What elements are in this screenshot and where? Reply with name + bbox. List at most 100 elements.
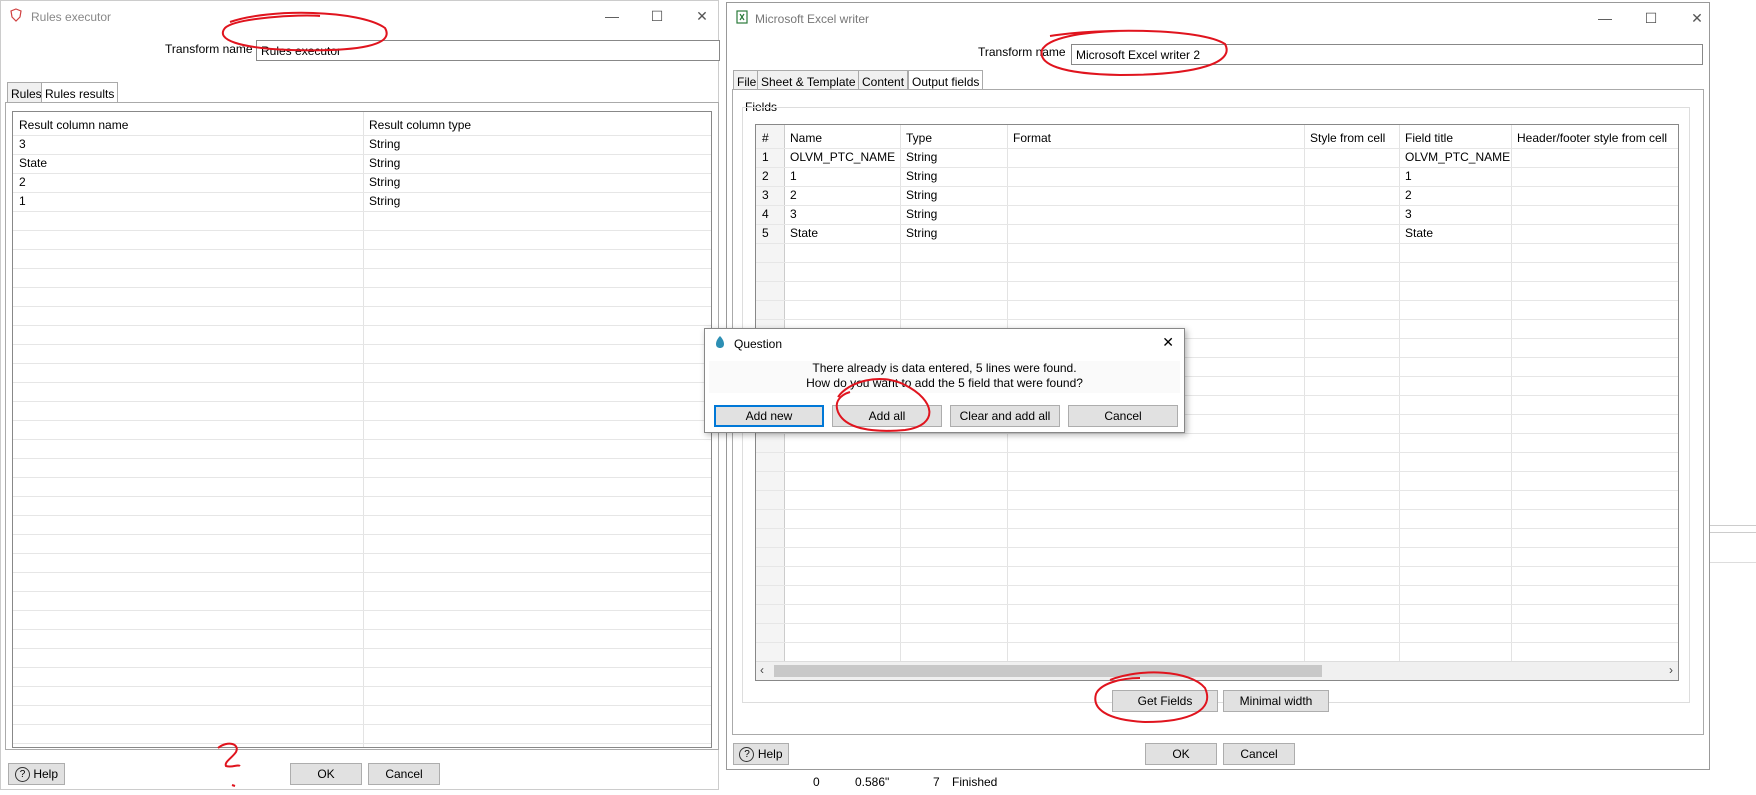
column-header-field-title[interactable]: Field title [1399,129,1511,148]
table-row[interactable]: 2 String [13,173,711,193]
add-new-button[interactable]: Add new [714,405,824,427]
minimize-icon[interactable]: — [598,5,626,27]
help-icon: ? [739,747,755,763]
cell-field-title: 2 [1405,188,1412,202]
shield-icon [10,8,22,22]
status-value: Finished [952,775,998,789]
cell-field-title: 3 [1405,207,1412,221]
dialog-message-line1: There already is data entered, 5 lines w… [812,361,1077,375]
cell-type: String [906,207,938,221]
cancel-button[interactable]: Cancel [1068,405,1178,427]
scroll-left-icon[interactable]: ‹ [760,663,764,677]
column-header-name[interactable]: Name [784,129,900,148]
dialog-message-line2: How do you want to add the 5 field that … [806,376,1083,390]
question-dialog: Question ✕ There already is data entered… [704,328,1185,433]
table-row[interactable]: State String [13,154,711,174]
cancel-button[interactable]: Cancel [1223,743,1295,765]
cell-name: State [19,156,48,170]
cell-type: String [369,175,401,189]
cancel-button[interactable]: Cancel [368,763,440,785]
cell-type: String [906,169,938,183]
rules-executor-window: Rules executor — ☐ ✕ Transform name Rule… [0,0,720,790]
close-icon[interactable]: ✕ [1162,334,1174,351]
minimal-width-button[interactable]: Minimal width [1223,690,1329,712]
help-label: Help [757,747,783,761]
cell-name: 2 [19,175,26,189]
status-value: 0.586" [855,775,890,789]
excel-writer-titlebar[interactable]: Microsoft Excel writer — ☐ ✕ [727,3,1709,33]
cell-type: String [369,137,401,151]
add-all-button[interactable]: Add all [832,405,942,427]
cell-type: String [369,156,401,170]
cell-number: 3 [762,188,769,202]
cell-field-title: State [1405,226,1434,240]
help-button[interactable]: ? Help [8,763,65,785]
cell-name: 3 [790,207,797,221]
excel-file-icon [736,10,748,24]
cell-type: String [369,194,401,208]
dialog-titlebar[interactable]: Question ✕ [705,329,1184,357]
clear-and-add-all-button[interactable]: Clear and add all [950,405,1060,427]
close-icon[interactable]: ✕ [1683,7,1711,29]
cell-name: 1 [790,169,797,183]
cell-field-title: OLVM_PTC_NAME [1405,150,1511,164]
help-button[interactable]: ? Help [733,743,789,765]
cell-number: 2 [762,169,769,183]
cell-field-title: 1 [1405,169,1412,183]
cell-name: State [790,226,819,240]
maximize-icon[interactable]: ☐ [643,5,671,27]
column-header-number[interactable]: # [756,129,784,148]
cell-number: 5 [762,226,769,240]
column-header-format[interactable]: Format [1007,129,1304,148]
cell-name: 2 [790,188,797,202]
background-panel [1708,525,1756,771]
result-columns-table[interactable]: Result column name Result column type 3 … [12,111,712,748]
table-row[interactable]: 1 String [13,192,711,212]
cell-type: String [906,188,938,202]
table-row[interactable]: 1 OLVM_PTC_NAME String OLVM_PTC_NAME [756,148,1678,168]
column-header-type[interactable]: Result column type [363,116,711,135]
ok-button[interactable]: OK [290,763,362,785]
status-value: 7 [933,775,940,789]
question-icon [716,336,724,348]
table-header: Result column name Result column type [13,116,711,136]
rules-executor-titlebar[interactable]: Rules executor — ☐ ✕ [1,1,718,31]
status-value: 0 [813,775,820,789]
cell-number: 1 [762,150,769,164]
ok-button[interactable]: OK [1145,743,1217,765]
table-header: # Name Type Format Style from cell Field… [756,129,1678,149]
maximize-icon[interactable]: ☐ [1637,7,1665,29]
column-header-name[interactable]: Result column name [13,116,363,135]
scrollbar-thumb[interactable] [774,665,1322,677]
help-label: Help [33,767,59,781]
window-title: Microsoft Excel writer [755,12,870,26]
scroll-right-icon[interactable]: › [1669,663,1673,677]
rules-results-panel: Result column name Result column type 3 … [5,102,719,750]
table-row[interactable]: 2 1 String 1 [756,167,1678,187]
get-fields-button[interactable]: Get Fields [1112,690,1218,712]
background-status-row: 0 0.586" 7 Finished [720,770,1756,795]
horizontal-scrollbar[interactable]: ‹ › [756,661,1678,680]
minimize-icon[interactable]: — [1591,7,1619,29]
dialog-title: Question [734,337,783,351]
cell-number: 4 [762,207,769,221]
window-title: Rules executor [31,10,112,24]
table-row[interactable]: 3 2 String 2 [756,186,1678,206]
cell-type: String [906,150,938,164]
cell-type: String [906,226,938,240]
close-icon[interactable]: ✕ [688,5,716,27]
transform-name-input[interactable]: Rules executor [256,40,720,61]
column-header-type[interactable]: Type [900,129,1007,148]
transform-name-input[interactable]: Microsoft Excel writer 2 [1071,44,1703,65]
cell-name: 1 [19,194,26,208]
table-row[interactable]: 3 String [13,135,711,155]
cell-name: OLVM_PTC_NAME [790,150,896,164]
column-header-header-footer-style[interactable]: Header/footer style from cell [1511,129,1678,148]
dialog-message: There already is data entered, 5 lines w… [709,361,1180,393]
cell-name: 3 [19,137,26,151]
table-row[interactable]: 4 3 String 3 [756,205,1678,225]
column-header-style-from-cell[interactable]: Style from cell [1304,129,1399,148]
transform-name-label: Transform name [978,45,1066,59]
help-icon: ? [14,767,30,783]
table-row[interactable]: 5 State String State [756,224,1678,244]
